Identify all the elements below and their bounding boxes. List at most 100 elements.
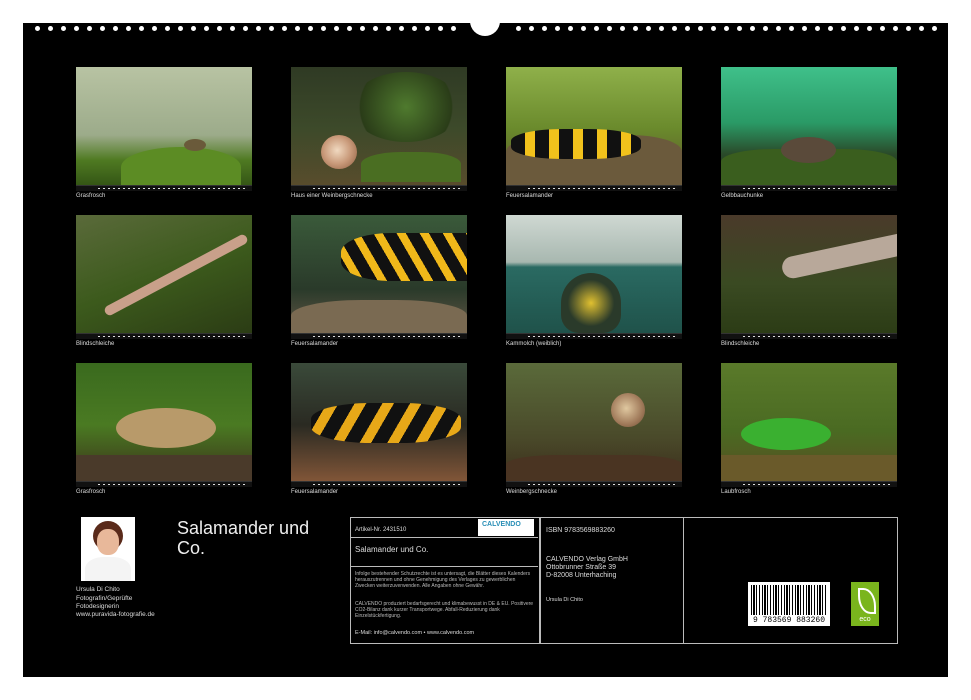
isbn: ISBN 9783569883260 bbox=[546, 527, 615, 534]
binding-hole bbox=[191, 26, 196, 31]
author-name: Ursula Di Chito bbox=[76, 586, 120, 593]
binding-hole bbox=[204, 26, 209, 31]
binding-hole bbox=[685, 26, 690, 31]
binding-hole bbox=[620, 26, 625, 31]
binding-hole bbox=[334, 26, 339, 31]
contact-info: E-Mail: info@calvendo.com • www.calvendo… bbox=[355, 630, 475, 636]
binding-hole bbox=[373, 26, 378, 31]
binding-hole bbox=[386, 26, 391, 31]
binding-hole bbox=[516, 26, 521, 31]
binding-hole bbox=[841, 26, 846, 31]
binding-hole bbox=[633, 26, 638, 31]
binding-hole bbox=[932, 26, 937, 31]
photo-gelbbauchunke bbox=[721, 67, 897, 191]
binding-hole bbox=[802, 26, 807, 31]
spiral-binding bbox=[23, 24, 948, 34]
publisher-street: Ottobrunner Straße 39 bbox=[546, 564, 617, 571]
binding-hole bbox=[451, 26, 456, 31]
legal-notice: Infolge bestehender Schutzrechte ist es … bbox=[355, 571, 531, 589]
article-number: Artikel-Nr. 2431510 bbox=[355, 527, 407, 533]
product-title: Salamander und Co. bbox=[355, 545, 429, 554]
binding-hole bbox=[750, 26, 755, 31]
caption: Blindschleiche bbox=[721, 341, 760, 347]
caption: Gelbbauchunke bbox=[721, 193, 764, 199]
binding-hole bbox=[100, 26, 105, 31]
binding-hole bbox=[646, 26, 651, 31]
author-portrait bbox=[81, 517, 135, 581]
binding-hole bbox=[893, 26, 898, 31]
caption: Weinbergschnecke bbox=[506, 489, 557, 495]
binding-hole bbox=[867, 26, 872, 31]
binding-hole bbox=[581, 26, 586, 31]
binding-hole bbox=[256, 26, 261, 31]
binding-hole bbox=[412, 26, 417, 31]
binding-hole bbox=[906, 26, 911, 31]
photo-blindschleiche-1 bbox=[76, 215, 252, 339]
caption: Blindschleiche bbox=[76, 341, 115, 347]
binding-hole bbox=[724, 26, 729, 31]
binding-hole bbox=[295, 26, 300, 31]
photo-feuersalamander-2 bbox=[291, 215, 467, 339]
eco-leaf-icon: eco bbox=[851, 582, 879, 626]
binding-hole bbox=[711, 26, 716, 31]
binding-hole bbox=[919, 26, 924, 31]
binding-hole bbox=[321, 26, 326, 31]
publisher-city: D-82008 Unterhaching bbox=[546, 572, 617, 579]
binding-hole bbox=[438, 26, 443, 31]
info-panel-publisher bbox=[540, 517, 684, 644]
photo-feuersalamander-3 bbox=[291, 363, 467, 487]
binding-hole bbox=[698, 26, 703, 31]
binding-hole bbox=[854, 26, 859, 31]
publisher-name: CALVENDO Verlag GmbH bbox=[546, 556, 628, 563]
author-role: Fotografin/Geprüfte bbox=[76, 595, 133, 602]
author-website: www.puravida-fotografie.de bbox=[76, 611, 155, 618]
binding-hole bbox=[360, 26, 365, 31]
photo-weinbergschnecke-haus bbox=[291, 67, 467, 191]
binding-hole bbox=[425, 26, 430, 31]
binding-hole bbox=[74, 26, 79, 31]
binding-hole bbox=[789, 26, 794, 31]
binding-hole bbox=[347, 26, 352, 31]
binding-hole bbox=[165, 26, 170, 31]
binding-hole bbox=[672, 26, 677, 31]
binding-hole bbox=[152, 26, 157, 31]
binding-hole bbox=[542, 26, 547, 31]
binding-hole bbox=[594, 26, 599, 31]
binding-hole bbox=[113, 26, 118, 31]
photo-kammolch bbox=[506, 215, 682, 339]
author-role: Fotodesignerin bbox=[76, 603, 119, 610]
eco-notice: CALVENDO produziert bedarfsgerecht und k… bbox=[355, 601, 534, 619]
binding-hole bbox=[282, 26, 287, 31]
photo-grasfrosch-1 bbox=[76, 67, 252, 191]
binding-hole bbox=[87, 26, 92, 31]
photo-blindschleiche-2 bbox=[721, 215, 897, 339]
binding-hole bbox=[48, 26, 53, 31]
binding-hole bbox=[243, 26, 248, 31]
calendar-title: Salamander und Co. bbox=[177, 518, 310, 558]
author-credit: Ursula Di Chito bbox=[546, 597, 583, 603]
binding-hole bbox=[763, 26, 768, 31]
photo-grasfrosch-2 bbox=[76, 363, 252, 487]
binding-hole bbox=[555, 26, 560, 31]
barcode: 9 783569 883260 bbox=[748, 582, 830, 626]
binding-hole bbox=[126, 26, 131, 31]
binding-hole bbox=[659, 26, 664, 31]
photo-weinbergschnecke bbox=[506, 363, 682, 487]
caption: Laubfrosch bbox=[721, 489, 751, 495]
photo-laubfrosch bbox=[721, 363, 897, 487]
caption: Kammolch (weiblich) bbox=[506, 341, 562, 347]
binding-hole bbox=[815, 26, 820, 31]
caption: Feuersalamander bbox=[291, 341, 339, 347]
binding-hole bbox=[61, 26, 66, 31]
binding-hole bbox=[828, 26, 833, 31]
binding-hole bbox=[230, 26, 235, 31]
calvendo-logo: CALVENDO bbox=[478, 519, 534, 536]
caption: Grasfrosch bbox=[76, 489, 106, 495]
binding-hole bbox=[269, 26, 274, 31]
binding-hole bbox=[35, 26, 40, 31]
photo-feuersalamander-1 bbox=[506, 67, 682, 191]
caption: Feuersalamander bbox=[291, 489, 339, 495]
caption: Grasfrosch bbox=[76, 193, 106, 199]
binding-hole bbox=[139, 26, 144, 31]
binding-hole bbox=[568, 26, 573, 31]
